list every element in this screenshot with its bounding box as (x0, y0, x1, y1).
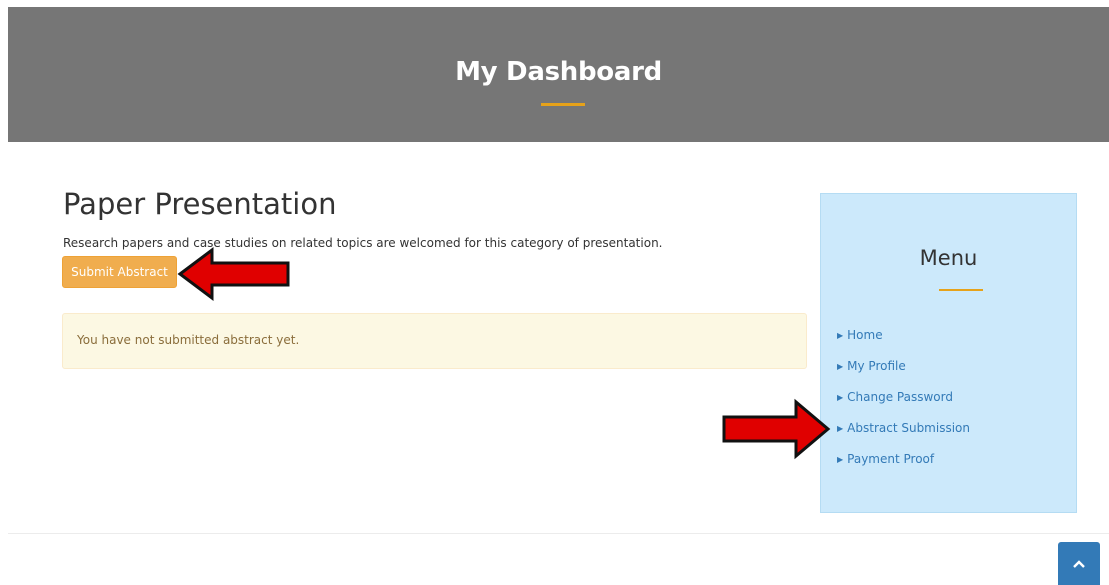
chevron-up-icon (1073, 560, 1085, 568)
menu-item-change-password[interactable]: ▶ Change Password (837, 390, 970, 421)
menu-item-home[interactable]: ▶ Home (837, 328, 970, 359)
caret-right-icon: ▶ (837, 455, 844, 464)
caret-right-icon: ▶ (837, 393, 844, 402)
annotation-arrow-right-icon (722, 398, 831, 460)
header-accent-rule (541, 103, 585, 106)
page-header: My Dashboard (8, 7, 1109, 142)
menu-item-label: My Profile (847, 359, 906, 373)
menu-item-label: Change Password (847, 390, 953, 404)
menu-list: ▶ Home ▶ My Profile ▶ Change Password ▶ … (837, 328, 970, 483)
caret-right-icon: ▶ (837, 424, 844, 433)
menu-item-abstract-submission[interactable]: ▶ Abstract Submission (837, 421, 970, 452)
menu-item-payment-proof[interactable]: ▶ Payment Proof (837, 452, 970, 483)
menu-item-label: Home (847, 328, 883, 342)
sidebar-menu: Menu ▶ Home ▶ My Profile ▶ Change Passwo… (820, 193, 1077, 513)
menu-item-label: Payment Proof (847, 452, 935, 466)
menu-item-label: Abstract Submission (847, 421, 970, 435)
abstract-status-alert: You have not submitted abstract yet. (62, 313, 807, 369)
section-description: Research papers and case studies on rela… (63, 236, 663, 250)
menu-title: Menu (919, 246, 978, 270)
annotation-arrow-left-icon (177, 247, 290, 301)
scroll-to-top-button[interactable] (1058, 542, 1100, 585)
menu-item-my-profile[interactable]: ▶ My Profile (837, 359, 970, 390)
caret-right-icon: ▶ (837, 362, 844, 371)
page-title-header: My Dashboard (455, 57, 662, 87)
footer-divider (8, 533, 1109, 534)
submit-abstract-button[interactable]: Submit Abstract (62, 256, 177, 288)
menu-accent-rule (939, 289, 983, 291)
caret-right-icon: ▶ (837, 331, 844, 340)
section-title: Paper Presentation (63, 187, 337, 221)
